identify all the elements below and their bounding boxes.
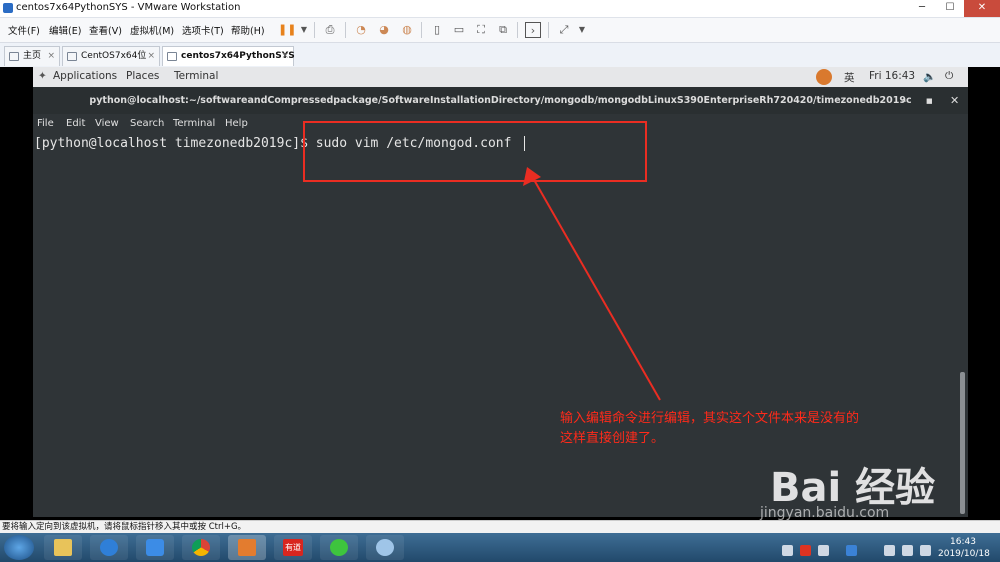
tray-icon[interactable] bbox=[782, 545, 793, 556]
wechat-icon[interactable] bbox=[320, 535, 358, 560]
volume-icon[interactable] bbox=[920, 545, 931, 556]
paint-icon[interactable] bbox=[366, 535, 404, 560]
network-icon[interactable] bbox=[902, 545, 913, 556]
start-icon[interactable] bbox=[4, 535, 34, 560]
tray-icon[interactable] bbox=[818, 545, 829, 556]
status-text: 要将输入定向到该虚拟机，请将鼠标指针移入其中或按 Ctrl+G。 bbox=[2, 522, 247, 532]
vmware-icon[interactable] bbox=[228, 535, 266, 560]
tray-icon[interactable] bbox=[846, 545, 857, 556]
baidu-watermark-url: jingyan.baidu.com bbox=[760, 505, 890, 521]
chrome-icon[interactable] bbox=[182, 535, 220, 560]
youdao-icon[interactable]: 有道 bbox=[274, 535, 312, 560]
annotation-line-1: 输入编辑命令进行编辑，其实这个文件本来是没有的 bbox=[560, 411, 860, 426]
media-player-icon[interactable] bbox=[90, 535, 128, 560]
taskbar-time[interactable]: 16:43 bbox=[950, 537, 976, 547]
vmware-status-bar: 要将输入定向到该虚拟机，请将鼠标指针移入其中或按 Ctrl+G。 bbox=[0, 520, 1000, 534]
annotation-line-2: 这样直接创建了。 bbox=[560, 431, 665, 446]
blue-app-icon[interactable] bbox=[136, 535, 174, 560]
taskbar-date[interactable]: 2019/10/18 bbox=[938, 549, 990, 559]
annotation-text: 输入编辑命令进行编辑，其实这个文件本来是没有的 这样直接创建了。 bbox=[560, 409, 940, 449]
tray-icon[interactable] bbox=[800, 545, 811, 556]
tray-icon[interactable] bbox=[884, 545, 895, 556]
file-explorer-icon[interactable] bbox=[44, 535, 82, 560]
